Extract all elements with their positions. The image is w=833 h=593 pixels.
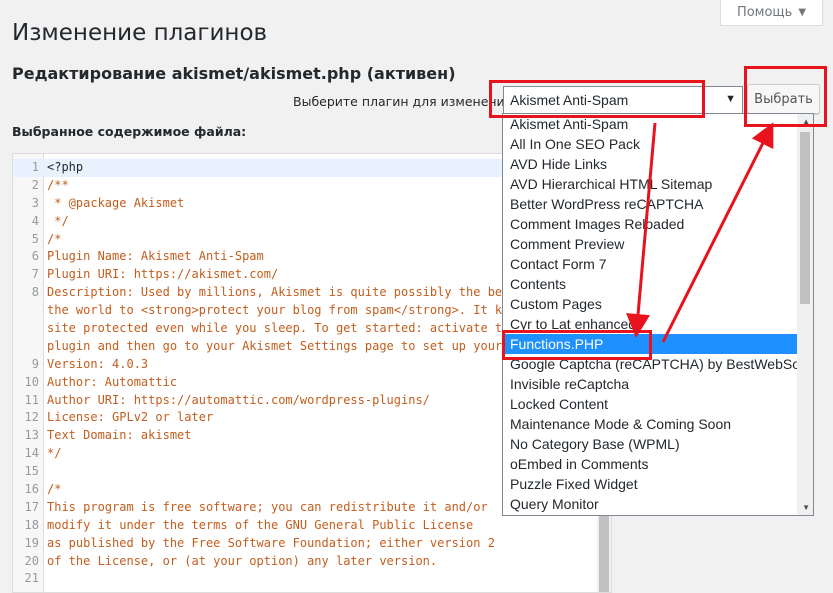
line-number: 13: [24, 428, 39, 443]
dropdown-scrollbar[interactable]: ▲ ▼: [797, 114, 813, 515]
chevron-down-icon: ▼: [798, 7, 807, 18]
code-text: This program is free software; you can r…: [47, 499, 488, 514]
scroll-down-icon[interactable]: ▼: [802, 503, 810, 512]
line-number: 15: [24, 464, 39, 479]
dropdown-option[interactable]: No Category Base (WPML): [503, 434, 804, 454]
plugin-select-label: Выберите плагин для изменения:: [293, 94, 517, 109]
line-number: 5: [31, 231, 39, 246]
line-number: 6: [31, 249, 39, 264]
code-text: Author: Automattic: [47, 374, 178, 389]
line-number: 9: [31, 356, 39, 371]
dropdown-option[interactable]: Contents: [503, 274, 804, 294]
code-text: of the License, or (at your option) any …: [47, 553, 438, 568]
line-number: 21: [24, 571, 39, 586]
help-tab[interactable]: Помощь ▼: [720, 0, 823, 26]
line-number: 16: [24, 482, 39, 497]
dropdown-scrollbar-thumb[interactable]: [800, 132, 810, 304]
dropdown-option[interactable]: Query Monitor: [503, 494, 804, 514]
line-number: 19: [24, 535, 39, 550]
dropdown-option[interactable]: AVD Hierarchical HTML Sitemap: [503, 174, 804, 194]
dropdown-option[interactable]: oEmbed in Comments: [503, 454, 804, 474]
plugin-select[interactable]: Akismet Anti-Spam ▼: [503, 86, 743, 114]
dropdown-option[interactable]: Google Captcha (reCAPTCHA) by BestWebSof…: [503, 354, 804, 374]
file-heading: Редактирование akismet/akismet.php (акти…: [12, 64, 456, 83]
code-text: Plugin Name: Akismet Anti-Spam: [47, 249, 264, 264]
line-number: 12: [24, 410, 39, 425]
code-text: as published by the Free Software Founda…: [47, 535, 495, 550]
line-number: 3: [31, 195, 39, 210]
code-text: /*: [47, 482, 62, 497]
dropdown-option[interactable]: Invisible reCaptcha: [503, 374, 804, 394]
dropdown-option[interactable]: Comment Images Reloaded: [503, 214, 804, 234]
plugin-select-value: Akismet Anti-Spam: [510, 92, 629, 108]
dropdown-options: Akismet Anti-Spam All In One SEO Pack AVD …: [503, 114, 813, 514]
code-text: Plugin URI: https://akismet.com/: [47, 267, 279, 282]
line-number: 14: [24, 446, 39, 461]
editor-scrollbar-thumb[interactable]: [599, 509, 609, 592]
chevron-down-icon: ▼: [725, 93, 736, 105]
dropdown-option[interactable]: Puzzle Fixed Widget: [503, 474, 804, 494]
select-plugin-button[interactable]: Выбрать: [747, 84, 820, 114]
line-number: 8: [31, 285, 39, 300]
dropdown-option[interactable]: Custom Pages: [503, 294, 804, 314]
code-text: the world to <strong>protect your blog f…: [47, 303, 510, 318]
code-text: */: [47, 446, 62, 461]
page-title: Изменение плагинов: [12, 20, 268, 46]
dropdown-option[interactable]: Contact Form 7: [503, 254, 804, 274]
code-text: site protected even while you sleep. To …: [47, 321, 510, 336]
line-number: 1: [31, 160, 39, 174]
dropdown-option[interactable]: Better WordPress reCAPTCHA: [503, 194, 804, 214]
line-number: 17: [24, 499, 39, 514]
line-number: 18: [24, 517, 39, 532]
code-text: License: GPLv2 or later: [47, 410, 214, 425]
code-text: /**: [47, 177, 69, 192]
dropdown-option[interactable]: All In One SEO Pack: [503, 134, 804, 154]
code-text: modify it under the terms of the GNU Gen…: [47, 517, 474, 532]
code-text: */: [47, 213, 69, 228]
dropdown-option[interactable]: Maintenance Mode & Coming Soon: [503, 414, 804, 434]
dropdown-option[interactable]: Cyr to Lat enhanced: [503, 314, 804, 334]
code-text: Author URI: https://automattic.com/wordp…: [47, 392, 430, 407]
selected-content-label: Выбранное содержимое файла:: [12, 124, 247, 139]
code-text: Text Domain: akismet: [47, 428, 192, 443]
line-number: 2: [31, 177, 39, 192]
line-number: 20: [24, 553, 39, 568]
code-line[interactable]: 18 modify it under the terms of the GNU G…: [13, 517, 611, 535]
code-text: * @package Akismet: [47, 195, 185, 210]
line-number: 7: [31, 267, 39, 282]
scroll-up-icon[interactable]: ▲: [802, 117, 810, 126]
code-text: <?php: [47, 160, 84, 174]
dropdown-option[interactable]: AVD Hide Links: [503, 154, 804, 174]
plugin-dropdown-list[interactable]: Akismet Anti-Spam All In One SEO Pack AVD …: [502, 113, 814, 516]
dropdown-option[interactable]: Locked Content: [503, 394, 804, 414]
line-number: 4: [31, 213, 39, 228]
dropdown-option[interactable]: Functions.PHP: [503, 334, 804, 354]
line-number: 11: [24, 392, 39, 407]
help-label: Помощь: [736, 5, 793, 20]
code-line[interactable]: 19 as published by the Free Software Foun…: [13, 535, 611, 553]
code-text: plugin and then go to your Akismet Setti…: [47, 338, 503, 353]
code-text: /*: [47, 231, 62, 246]
code-text: Version: 4.0.3: [47, 356, 149, 371]
line-number: 10: [24, 374, 39, 389]
code-text: Description: Used by millions, Akismet i…: [47, 285, 510, 300]
code-line[interactable]: 21: [13, 570, 611, 588]
code-line[interactable]: 20 of the License, or (at your option) an…: [13, 553, 611, 571]
dropdown-option[interactable]: Akismet Anti-Spam: [503, 114, 804, 134]
dropdown-option[interactable]: Comment Preview: [503, 234, 804, 254]
